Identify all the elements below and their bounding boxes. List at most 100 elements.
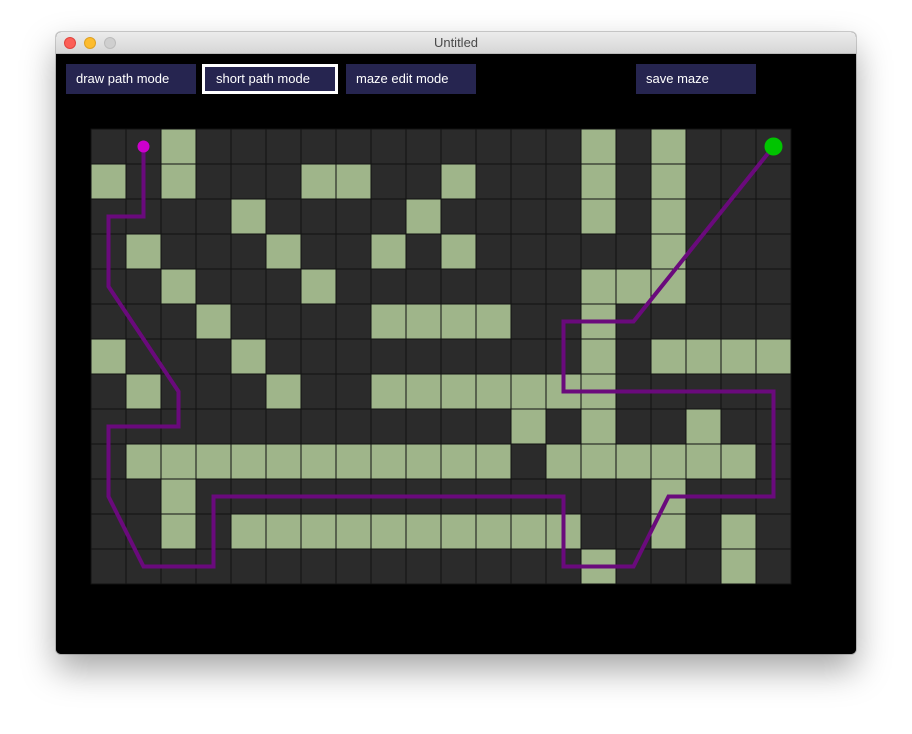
maze-wall-cell[interactable] (265, 233, 302, 270)
maze-open-cell[interactable] (265, 163, 302, 200)
maze-open-cell[interactable] (370, 128, 407, 165)
maze-open-cell[interactable] (615, 233, 652, 270)
maze-wall-cell[interactable] (160, 513, 197, 550)
maze-wall-cell[interactable] (405, 373, 442, 410)
maze-wall-cell[interactable] (440, 163, 477, 200)
maze-wall-cell[interactable] (265, 513, 302, 550)
maze-open-cell[interactable] (300, 233, 337, 270)
maze-open-cell[interactable] (335, 233, 372, 270)
maze-open-cell[interactable] (510, 128, 547, 165)
maze-open-cell[interactable] (300, 338, 337, 375)
maze-open-cell[interactable] (440, 408, 477, 445)
maze-open-cell[interactable] (195, 338, 232, 375)
maze-open-cell[interactable] (195, 128, 232, 165)
maze-open-cell[interactable] (685, 303, 722, 340)
maze-open-cell[interactable] (615, 338, 652, 375)
maze-wall-cell[interactable] (160, 268, 197, 305)
maze-wall-cell[interactable] (300, 513, 337, 550)
maze-open-cell[interactable] (405, 338, 442, 375)
maze-wall-cell[interactable] (720, 548, 757, 585)
maze-open-cell[interactable] (335, 128, 372, 165)
maze-open-cell[interactable] (650, 408, 687, 445)
maze-open-cell[interactable] (755, 198, 792, 235)
maze-open-cell[interactable] (615, 478, 652, 515)
maze-open-cell[interactable] (370, 268, 407, 305)
maze-wall-cell[interactable] (370, 233, 407, 270)
goal-point-marker[interactable] (764, 137, 783, 156)
maze-wall-cell[interactable] (125, 443, 162, 480)
maze-wall-cell[interactable] (650, 198, 687, 235)
maze-open-cell[interactable] (475, 163, 512, 200)
maze-open-cell[interactable] (230, 163, 267, 200)
maze-open-cell[interactable] (475, 408, 512, 445)
maze-open-cell[interactable] (230, 128, 267, 165)
maze-grid[interactable] (56, 54, 856, 654)
maze-wall-cell[interactable] (510, 373, 547, 410)
maze-wall-cell[interactable] (160, 128, 197, 165)
maze-open-cell[interactable] (615, 163, 652, 200)
maze-wall-cell[interactable] (90, 163, 127, 200)
maze-wall-cell[interactable] (650, 163, 687, 200)
maze-open-cell[interactable] (195, 268, 232, 305)
maze-wall-cell[interactable] (580, 163, 617, 200)
maze-open-cell[interactable] (755, 548, 792, 585)
maze-open-cell[interactable] (755, 233, 792, 270)
maze-wall-cell[interactable] (685, 408, 722, 445)
maze-open-cell[interactable] (195, 198, 232, 235)
maze-open-cell[interactable] (545, 163, 582, 200)
maze-wall-cell[interactable] (195, 303, 232, 340)
maze-wall-cell[interactable] (440, 443, 477, 480)
maze-wall-cell[interactable] (195, 443, 232, 480)
maze-open-cell[interactable] (580, 478, 617, 515)
maze-open-cell[interactable] (265, 548, 302, 585)
maze-open-cell[interactable] (510, 268, 547, 305)
maze-open-cell[interactable] (370, 408, 407, 445)
maze-open-cell[interactable] (650, 548, 687, 585)
maze-open-cell[interactable] (755, 513, 792, 550)
maze-open-cell[interactable] (475, 548, 512, 585)
maze-open-cell[interactable] (440, 198, 477, 235)
maze-wall-cell[interactable] (440, 513, 477, 550)
maze-wall-cell[interactable] (335, 513, 372, 550)
maze-open-cell[interactable] (300, 373, 337, 410)
maze-open-cell[interactable] (335, 408, 372, 445)
maze-open-cell[interactable] (300, 548, 337, 585)
maze-open-cell[interactable] (160, 303, 197, 340)
maze-open-cell[interactable] (510, 548, 547, 585)
maze-open-cell[interactable] (685, 163, 722, 200)
maze-open-cell[interactable] (335, 303, 372, 340)
maze-open-cell[interactable] (300, 128, 337, 165)
maze-wall-cell[interactable] (370, 373, 407, 410)
maze-open-cell[interactable] (755, 303, 792, 340)
maze-wall-cell[interactable] (440, 373, 477, 410)
maze-wall-cell[interactable] (580, 268, 617, 305)
maze-open-cell[interactable] (405, 548, 442, 585)
maze-open-cell[interactable] (475, 338, 512, 375)
maze-wall-cell[interactable] (720, 443, 757, 480)
maze-wall-cell[interactable] (755, 338, 792, 375)
maze-wall-cell[interactable] (440, 303, 477, 340)
maze-open-cell[interactable] (720, 233, 757, 270)
maze-open-cell[interactable] (265, 128, 302, 165)
maze-wall-cell[interactable] (475, 373, 512, 410)
maze-open-cell[interactable] (90, 548, 127, 585)
maze-open-cell[interactable] (90, 373, 127, 410)
maze-wall-cell[interactable] (580, 408, 617, 445)
maze-open-cell[interactable] (405, 163, 442, 200)
maze-open-cell[interactable] (685, 513, 722, 550)
maze-open-cell[interactable] (265, 338, 302, 375)
maze-wall-cell[interactable] (160, 163, 197, 200)
maze-open-cell[interactable] (195, 408, 232, 445)
maze-wall-cell[interactable] (230, 443, 267, 480)
maze-wall-cell[interactable] (370, 513, 407, 550)
maze-open-cell[interactable] (265, 303, 302, 340)
maze-open-cell[interactable] (475, 128, 512, 165)
maze-open-cell[interactable] (370, 338, 407, 375)
maze-open-cell[interactable] (440, 548, 477, 585)
maze-wall-cell[interactable] (125, 373, 162, 410)
maze-open-cell[interactable] (580, 233, 617, 270)
maze-wall-cell[interactable] (475, 513, 512, 550)
maze-open-cell[interactable] (545, 408, 582, 445)
maze-open-cell[interactable] (300, 408, 337, 445)
maze-wall-cell[interactable] (265, 443, 302, 480)
